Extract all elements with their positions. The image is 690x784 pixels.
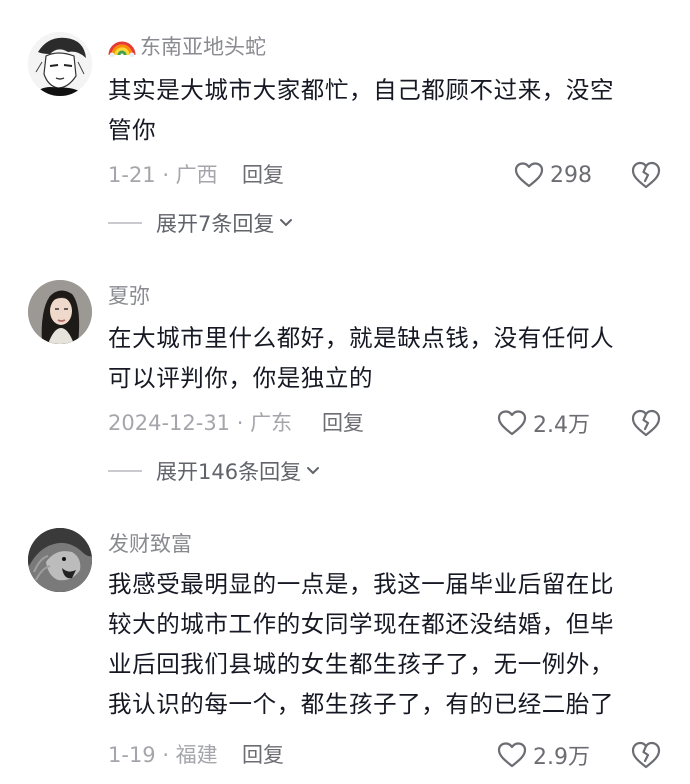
expand-replies-button[interactable]: 展开7条回复 xyxy=(108,208,294,238)
like-button[interactable]: 298 xyxy=(514,158,592,192)
like-count: 2.4万 xyxy=(533,413,590,438)
chevron-down-icon xyxy=(307,467,320,475)
comment-item: 夏弥 在大城市里什么都好，就是缺点钱，没有任何人 可以评判你，你是独立的 202… xyxy=(0,250,690,520)
heart-outline-icon xyxy=(497,742,527,768)
comment-meta: 2024-12-31 · 广东 xyxy=(108,411,293,435)
comment-line: 在大城市里什么都好，就是缺点钱，没有任何人 xyxy=(108,324,615,352)
comment-line: 管你 xyxy=(108,116,157,144)
comment-text: 我感受最明显的一点是，我这一届毕业后留在比 较大的城市工作的女同学现在都还没结婚… xyxy=(108,564,668,724)
avatar[interactable] xyxy=(28,32,92,96)
like-count: 298 xyxy=(550,162,592,188)
username[interactable]: 发财致富 xyxy=(108,530,192,558)
reply-button[interactable]: 回复 xyxy=(242,160,284,190)
expand-replies-button[interactable]: 展开146条回复 xyxy=(108,456,321,486)
username-text: 东南亚地头蛇 xyxy=(140,35,266,59)
chevron-down-icon xyxy=(280,219,293,227)
comment-line: 其实是大城市大家都忙，自己都顾不过来，没空 xyxy=(108,76,615,104)
like-button[interactable]: 2.9万 xyxy=(497,738,590,772)
divider-dash xyxy=(108,222,142,224)
expand-replies-label: 展开146条回复 xyxy=(156,460,302,484)
divider-dash xyxy=(108,470,142,472)
reply-button[interactable]: 回复 xyxy=(242,740,284,770)
comment-item: 发财致富 我感受最明显的一点是，我这一届毕业后留在比 较大的城市工作的女同学现在… xyxy=(0,520,690,784)
comment-line: 可以评判你，你是独立的 xyxy=(108,364,374,392)
comment-meta: 1-21 · 广西 xyxy=(108,163,218,187)
lion-photo-avatar xyxy=(28,528,92,592)
comment-line: 我感受最明显的一点是，我这一届毕业后留在比 xyxy=(108,570,615,598)
username[interactable]: 东南亚地头蛇 xyxy=(108,33,266,61)
comment-line: 较大的城市工作的女同学现在都还没结婚，但毕 xyxy=(108,610,615,638)
heart-outline-icon xyxy=(497,410,527,436)
sketch-portrait-avatar xyxy=(28,32,92,96)
broken-heart-icon[interactable] xyxy=(630,160,662,190)
like-count: 2.9万 xyxy=(533,745,590,770)
like-button[interactable]: 2.4万 xyxy=(497,406,590,440)
woman-photo-avatar xyxy=(28,280,92,344)
expand-replies-label: 展开7条回复 xyxy=(156,212,275,236)
avatar[interactable] xyxy=(28,280,92,344)
broken-heart-icon[interactable] xyxy=(630,740,662,770)
comment-line: 我认识的每一个，都生孩子了，有的已经二胎了 xyxy=(108,690,615,718)
broken-heart-icon[interactable] xyxy=(630,408,662,438)
comment-text: 其实是大城市大家都忙，自己都顾不过来，没空 管你 xyxy=(108,70,668,150)
comment-meta: 1-19 · 福建 xyxy=(108,743,218,767)
avatar[interactable] xyxy=(28,528,92,592)
comment-line: 业后回我们县城的女生都生孩子了，无一例外， xyxy=(108,650,615,678)
comment-list: 东南亚地头蛇 其实是大城市大家都忙，自己都顾不过来，没空 管你 1-21 · 广… xyxy=(0,0,690,784)
reply-button[interactable]: 回复 xyxy=(322,408,364,438)
comment-text: 在大城市里什么都好，就是缺点钱，没有任何人 可以评判你，你是独立的 xyxy=(108,318,668,398)
username[interactable]: 夏弥 xyxy=(108,282,150,310)
comment-item: 东南亚地头蛇 其实是大城市大家都忙，自己都顾不过来，没空 管你 1-21 · 广… xyxy=(0,0,690,250)
rainbow-emoji-icon xyxy=(108,41,136,57)
heart-outline-icon xyxy=(514,162,544,188)
